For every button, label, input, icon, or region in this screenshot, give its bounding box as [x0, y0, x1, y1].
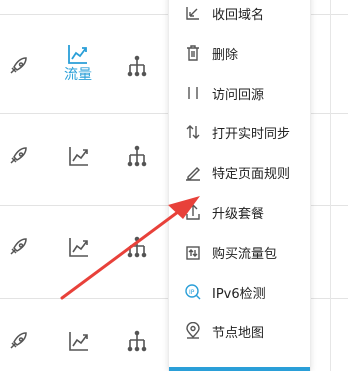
traffic-package-icon: [183, 242, 203, 262]
menu-item-realtime-sync[interactable]: 打开实时同步: [169, 113, 310, 151]
trash-icon: [183, 43, 203, 63]
menu-item-label: 打开实时同步: [212, 126, 291, 142]
menu-item-label: 购买流量包: [212, 246, 278, 262]
rocket-icon[interactable]: [7, 145, 29, 167]
rocket-icon[interactable]: [7, 236, 29, 258]
pencil-icon: [183, 162, 203, 182]
menu-scroll-indicator: [169, 367, 310, 371]
tree-icon[interactable]: [126, 55, 148, 77]
menu-item-ipv6-check[interactable]: IP IPv6检测: [169, 273, 310, 311]
flow-label: 流量: [64, 67, 92, 83]
tree-icon[interactable]: [126, 330, 148, 352]
menu-item-upgrade[interactable]: 升级套餐: [169, 193, 310, 231]
tree-icon[interactable]: [126, 236, 148, 258]
menu-item-label: 特定页面规则: [212, 166, 291, 182]
origin-icon: [183, 83, 203, 103]
sync-icon: [183, 122, 203, 142]
row1-flow-link[interactable]: 流量: [64, 43, 92, 83]
menu-item-page-rules[interactable]: 特定页面规则: [169, 153, 310, 191]
menu-item-label: 删除: [212, 47, 239, 63]
map-pin-icon: [183, 321, 203, 341]
menu-item-retrieve-domain[interactable]: 收回域名: [169, 0, 310, 32]
traffic-chart-icon[interactable]: [68, 330, 90, 352]
menu-item-buy-traffic[interactable]: 购买流量包: [169, 233, 310, 271]
traffic-chart-icon[interactable]: [68, 145, 90, 167]
table-right-edge: [330, 0, 331, 371]
svg-text:IP: IP: [189, 289, 195, 296]
menu-item-label: 收回域名: [212, 7, 265, 23]
menu-item-delete[interactable]: 删除: [169, 34, 310, 72]
upgrade-icon: [183, 202, 203, 222]
tree-icon[interactable]: [126, 145, 148, 167]
menu-item-label: 升级套餐: [212, 206, 265, 222]
menu-item-label: 访问回源: [212, 87, 265, 103]
menu-item-label: 节点地图: [212, 325, 265, 341]
traffic-chart-icon[interactable]: [68, 236, 90, 258]
retrieve-domain-icon: [183, 3, 203, 23]
traffic-chart-icon: [68, 45, 87, 64]
more-actions-menu: 收回域名 删除 访问回源 打开实时同步 特定页面规则 升级套餐 购买流量包 IP…: [168, 0, 311, 371]
menu-item-node-map[interactable]: 节点地图: [169, 312, 310, 350]
rocket-icon[interactable]: [7, 55, 29, 77]
menu-item-label: IPv6检测: [212, 286, 266, 302]
rocket-icon[interactable]: [7, 330, 29, 352]
ipv6-icon: IP: [183, 282, 203, 302]
menu-item-origin[interactable]: 访问回源: [169, 74, 310, 112]
